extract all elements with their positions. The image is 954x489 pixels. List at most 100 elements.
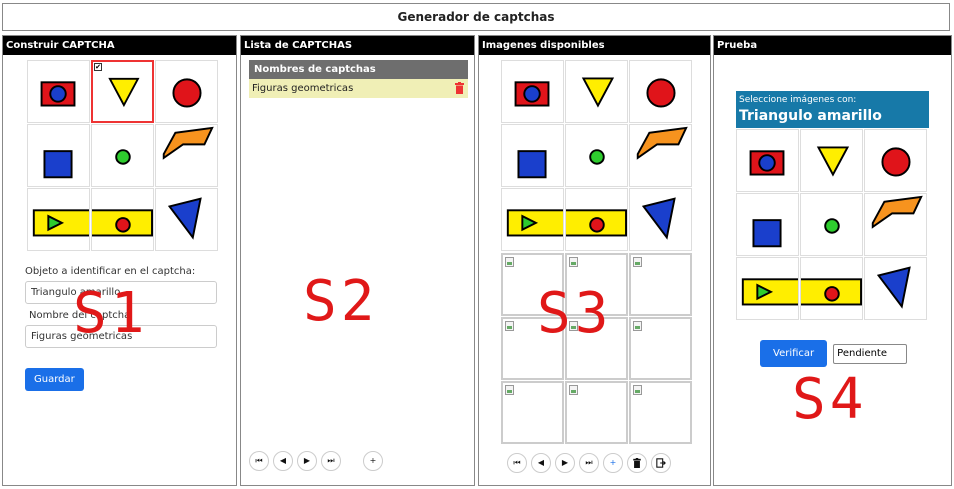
test-instruction-banner: Seleccione imágenes con: Triangulo amari… [736, 91, 929, 128]
list-item-label: Figuras geometricas [252, 83, 354, 94]
broken-image-cell[interactable] [629, 253, 692, 316]
verify-button[interactable]: Verificar [760, 340, 828, 367]
image-cell[interactable] [736, 129, 799, 192]
yellow-bar-left-icon [32, 209, 89, 237]
image-cell[interactable] [501, 124, 564, 187]
trash-icon[interactable] [455, 82, 464, 94]
blue-triangle-icon [167, 197, 202, 240]
add-captcha-button[interactable]: + [363, 451, 383, 471]
verification-status [833, 343, 908, 364]
red-circle-icon [881, 147, 911, 177]
image-cell[interactable]: ✔ [91, 60, 154, 123]
image-cell[interactable] [27, 60, 90, 123]
image-cell[interactable] [27, 188, 90, 251]
broken-image-cell[interactable] [565, 317, 628, 380]
broken-image-cell[interactable] [501, 381, 564, 444]
image-cell[interactable] [91, 188, 154, 251]
export-image-button[interactable] [651, 453, 671, 473]
broken-image-icon [633, 257, 642, 267]
delete-image-button[interactable] [627, 453, 647, 473]
broken-image-cell[interactable] [629, 317, 692, 380]
blue-square-icon [43, 150, 73, 179]
orange-polygon-icon [871, 195, 923, 229]
yellow-bar-middle-icon [566, 209, 627, 237]
app-title-bar: Generador de captchas [2, 3, 950, 31]
prev-page-button[interactable]: ◀ [531, 453, 551, 473]
red-rectangle-blue-circle-icon [40, 81, 76, 107]
next-page-button[interactable]: ▶ [555, 453, 575, 473]
captcha-name-label: Nombre del captcha [29, 310, 131, 321]
build-image-grid: ✔ [27, 60, 218, 251]
yellow-bar-middle-icon [92, 209, 153, 237]
available-images-panel: Imagenes disponibles S3 ⏮ ◀ ▶ ⏭ + [478, 35, 711, 486]
broken-image-icon [633, 321, 642, 331]
yellow-bar-left-icon [741, 278, 798, 306]
image-cell[interactable] [629, 188, 692, 251]
image-cell[interactable] [565, 124, 628, 187]
list-item[interactable]: Figuras geometricas [249, 79, 468, 98]
test-image-grid [736, 129, 927, 320]
image-cell[interactable] [565, 60, 628, 123]
broken-image-cell[interactable] [565, 253, 628, 316]
image-cell[interactable] [736, 193, 799, 256]
selected-checkbox[interactable]: ✔ [94, 63, 102, 71]
broken-image-cell[interactable] [565, 381, 628, 444]
last-page-button[interactable]: ⏭ [321, 451, 341, 471]
blue-triangle-icon [876, 266, 911, 309]
broken-image-cell[interactable] [501, 317, 564, 380]
test-target-object: Triangulo amarillo [739, 108, 882, 124]
test-panel: Prueba Seleccione imágenes con: Triangul… [713, 35, 952, 486]
red-rectangle-blue-circle-icon [514, 81, 550, 107]
image-cell[interactable] [629, 60, 692, 123]
blue-square-icon [752, 219, 782, 248]
green-circle-icon [589, 149, 605, 165]
add-image-button[interactable]: + [603, 453, 623, 473]
image-cell[interactable] [864, 129, 927, 192]
orange-polygon-icon [162, 126, 214, 160]
yellow-triangle-icon [816, 146, 850, 177]
object-input[interactable] [25, 281, 217, 304]
image-cell[interactable] [91, 124, 154, 187]
list-panel-title: Lista de CAPTCHAS [241, 36, 474, 55]
available-image-grid [501, 60, 692, 251]
red-rectangle-blue-circle-icon [749, 150, 785, 176]
broken-image-icon [569, 321, 578, 331]
image-cell[interactable] [155, 60, 218, 123]
first-page-button[interactable]: ⏮ [249, 451, 269, 471]
next-page-button[interactable]: ▶ [297, 451, 317, 471]
image-cell[interactable] [155, 124, 218, 187]
last-page-button[interactable]: ⏭ [579, 453, 599, 473]
broken-image-cell[interactable] [501, 253, 564, 316]
section-overlay-s4: S4 [792, 367, 868, 432]
image-cell[interactable] [501, 188, 564, 251]
image-cell[interactable] [27, 124, 90, 187]
red-circle-icon [646, 78, 676, 108]
image-cell[interactable] [800, 193, 863, 256]
save-button[interactable]: Guardar [25, 368, 84, 391]
captcha-list: Nombres de captchas Figuras geometricas [249, 60, 468, 98]
image-cell[interactable] [501, 60, 564, 123]
image-cell[interactable] [800, 129, 863, 192]
images-panel-title: Imagenes disponibles [479, 36, 710, 55]
images-pager: ⏮ ◀ ▶ ⏭ + [507, 453, 671, 473]
object-label: Objeto a identificar en el captcha: [25, 266, 196, 277]
section-overlay-s2: S2 [303, 269, 379, 334]
broken-image-icon [505, 321, 514, 331]
captcha-name-input[interactable] [25, 325, 217, 348]
yellow-triangle-icon [581, 77, 615, 108]
broken-image-grid [501, 253, 692, 444]
broken-image-cell[interactable] [629, 381, 692, 444]
captcha-list-panel: Lista de CAPTCHAS Nombres de captchas Fi… [240, 35, 475, 486]
verify-row: Verificar [760, 340, 908, 367]
captcha-list-header: Nombres de captchas [249, 60, 468, 79]
image-cell[interactable] [864, 193, 927, 256]
image-cell[interactable] [736, 257, 799, 320]
image-cell[interactable] [155, 188, 218, 251]
image-cell[interactable] [565, 188, 628, 251]
image-cell[interactable] [864, 257, 927, 320]
image-cell[interactable] [800, 257, 863, 320]
prev-page-button[interactable]: ◀ [273, 451, 293, 471]
first-page-button[interactable]: ⏮ [507, 453, 527, 473]
image-cell[interactable] [629, 124, 692, 187]
broken-image-icon [569, 257, 578, 267]
